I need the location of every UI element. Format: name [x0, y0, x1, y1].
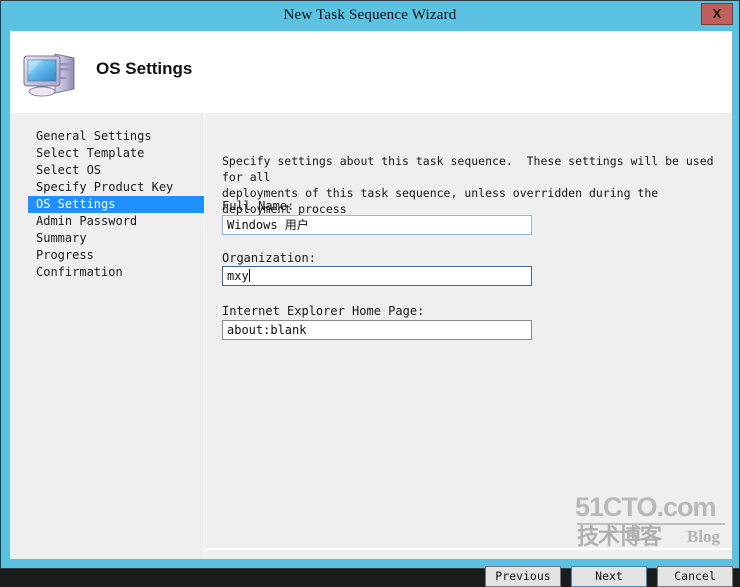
sidebar-item-specify-product-key[interactable]: Specify Product Key — [28, 179, 204, 196]
header-band: OS Settings — [10, 31, 732, 113]
text-caret — [248, 269, 250, 282]
sidebar-item-confirmation[interactable]: Confirmation — [28, 264, 204, 281]
window-interior: OS Settings General Settings Select Temp… — [10, 31, 733, 587]
sidebar-item-general-settings[interactable]: General Settings — [28, 128, 204, 145]
sidebar-item-select-template[interactable]: Select Template — [28, 145, 204, 162]
ie-home-page-label: Internet Explorer Home Page: — [222, 304, 425, 318]
organization-input[interactable]: mxy — [222, 266, 532, 286]
sidebar-item-summary[interactable]: Summary — [28, 230, 204, 247]
close-button[interactable]: X — [701, 3, 733, 25]
wizard-step-list: General Settings Select Template Select … — [10, 113, 204, 559]
full-name-label: Full Name: — [222, 199, 295, 213]
computer-icon — [23, 53, 75, 97]
next-button[interactable]: Next — [571, 566, 647, 587]
organization-label: Organization: — [222, 251, 316, 265]
previous-button[interactable]: Previous — [485, 566, 561, 587]
full-name-input[interactable]: Windows 用户 — [222, 215, 532, 235]
ie-home-page-input[interactable]: about:blank — [222, 320, 532, 340]
title-bar: New Task Sequence Wizard X — [1, 1, 739, 29]
cancel-button[interactable]: Cancel — [657, 566, 733, 587]
sidebar-item-os-settings[interactable]: OS Settings — [28, 196, 204, 213]
sidebar-item-progress[interactable]: Progress — [28, 247, 204, 264]
window-title: New Task Sequence Wizard — [283, 7, 457, 23]
organization-value: mxy — [227, 269, 249, 283]
page-title: OS Settings — [96, 59, 193, 78]
footer-separator — [205, 548, 732, 550]
intro-description: Specify settings about this task sequenc… — [222, 154, 714, 216]
sidebar-item-select-os[interactable]: Select OS — [28, 162, 204, 179]
content-panel: Specify settings about this task sequenc… — [205, 113, 733, 587]
wizard-window: New Task Sequence Wizard X OS Settings G… — [0, 0, 740, 587]
sidebar-item-admin-password[interactable]: Admin Password — [28, 213, 204, 230]
